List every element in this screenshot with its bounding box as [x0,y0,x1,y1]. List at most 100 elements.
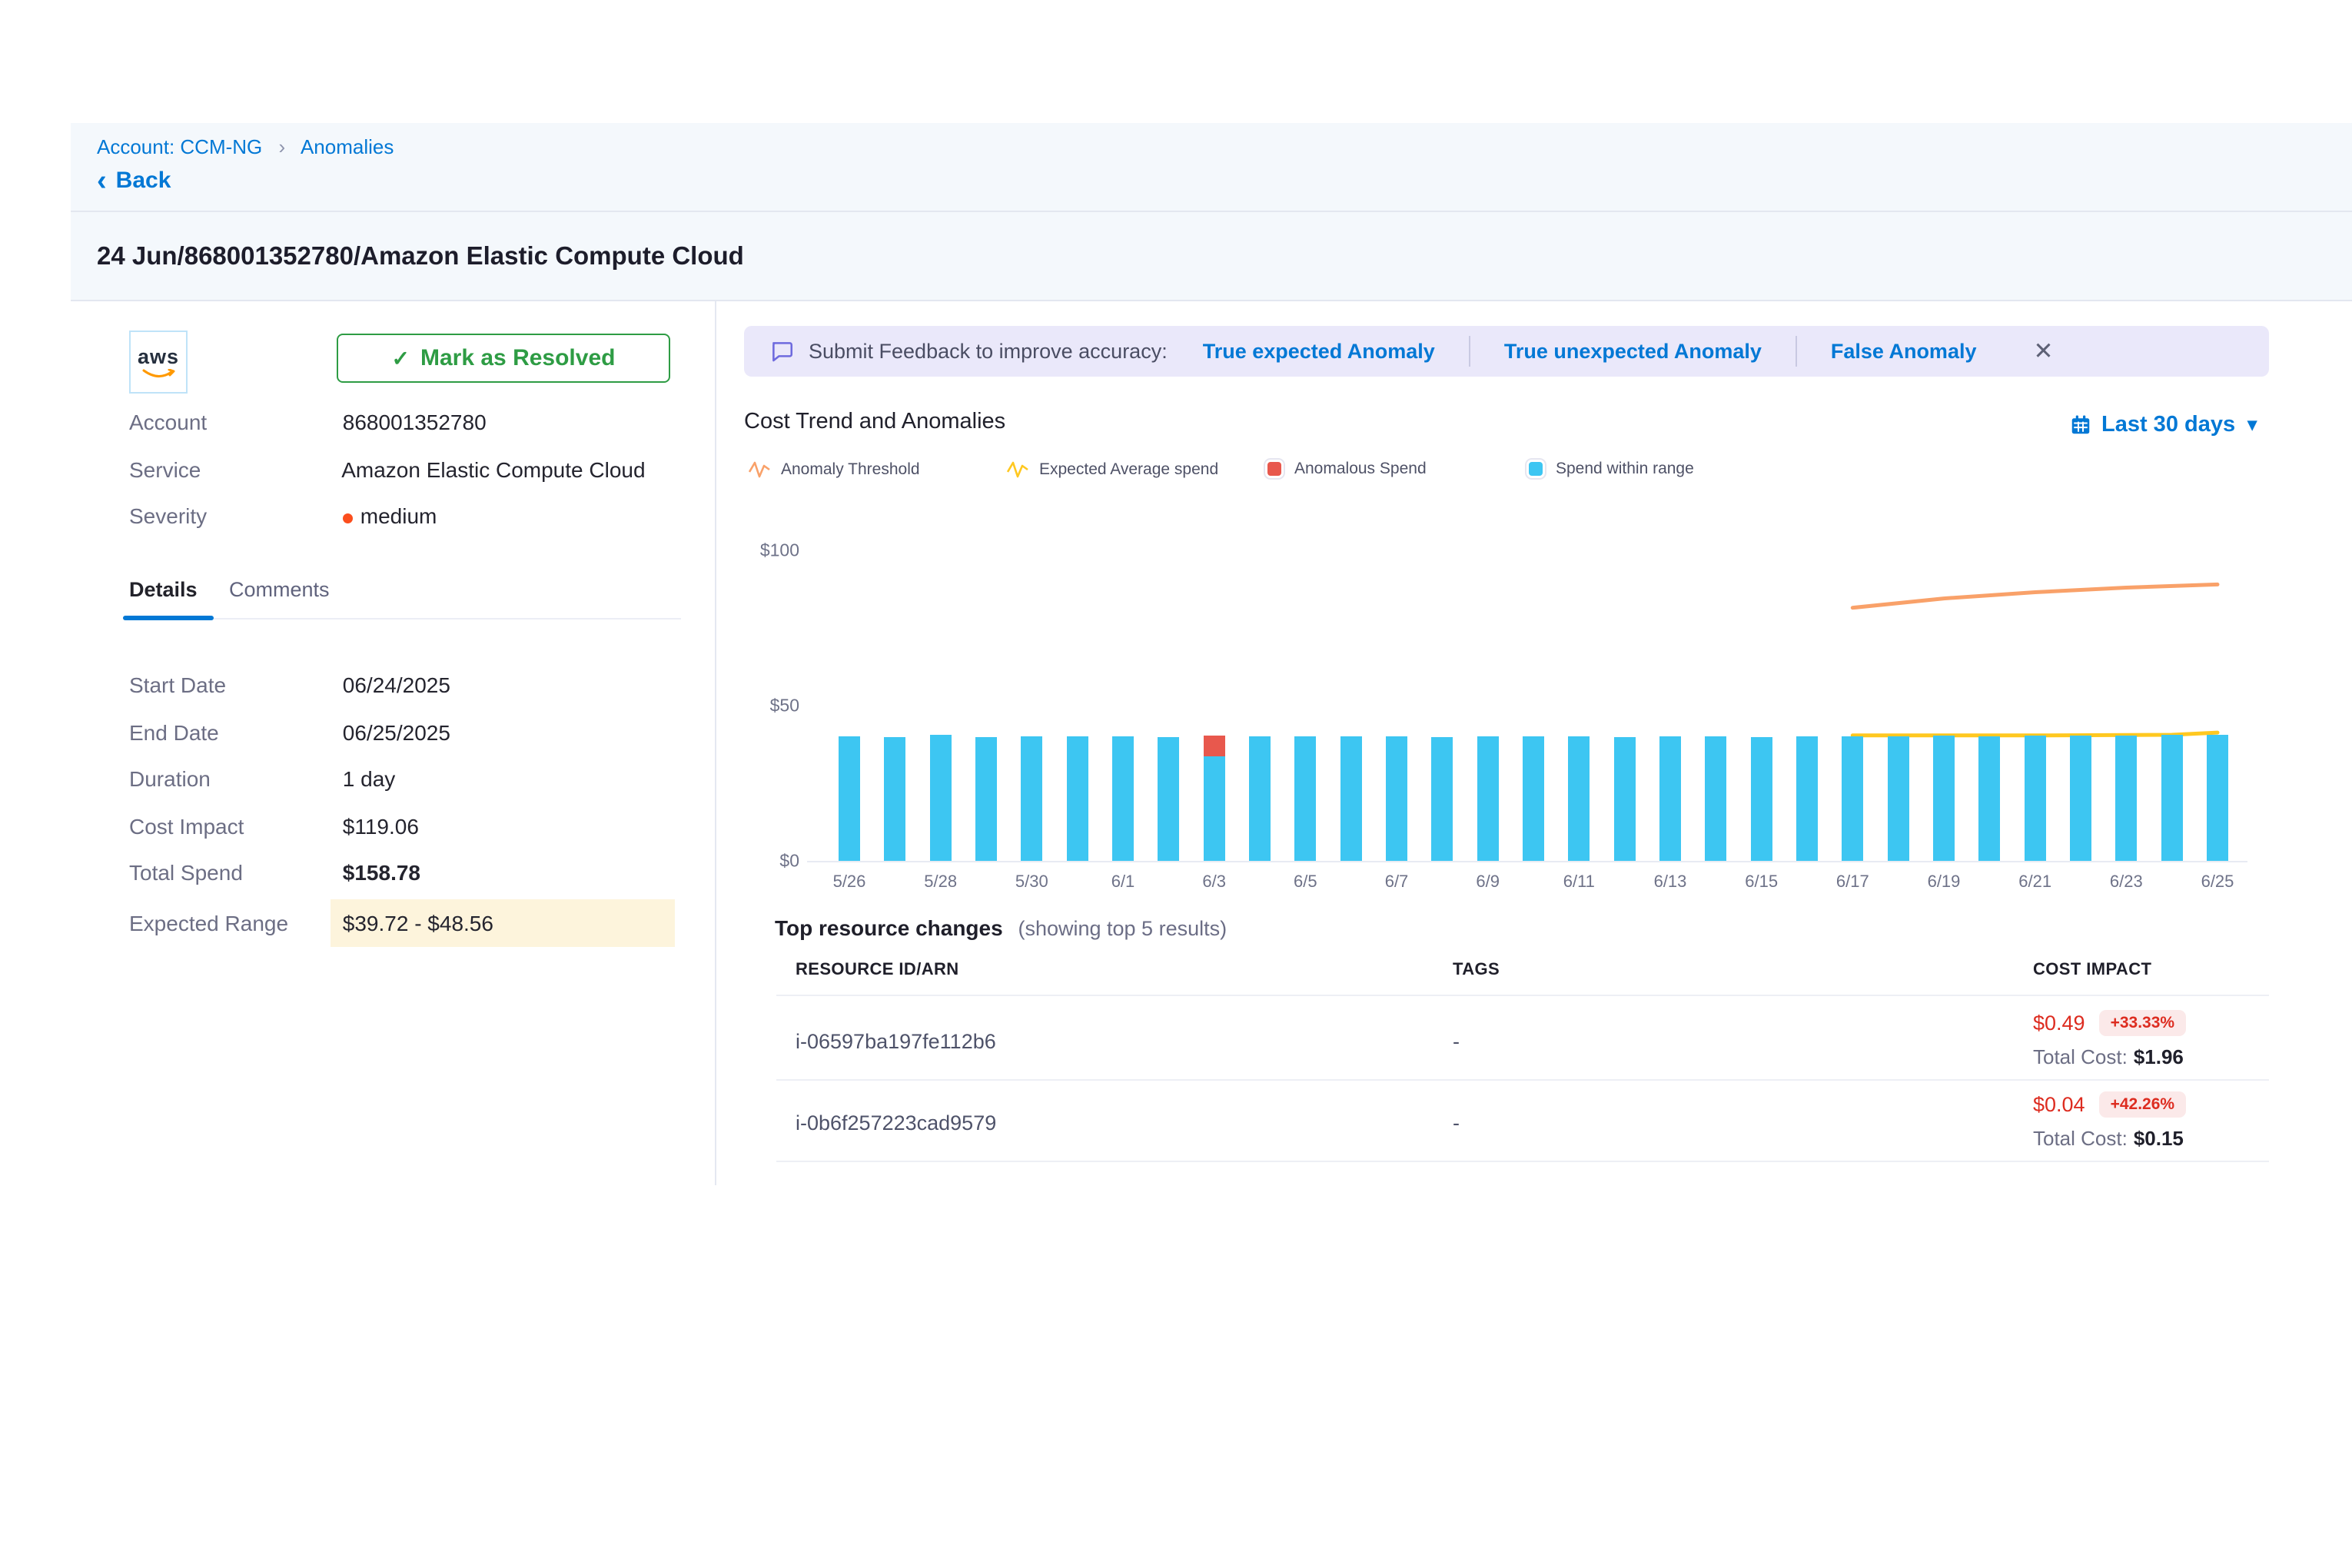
spend-bar-6/19[interactable] [1933,736,1955,861]
active-tab-indicator [123,616,214,620]
spend-within-range-segment [884,737,905,861]
true-expected-anomaly-button[interactable]: True expected Anomaly [1203,340,1435,364]
end-date-row: End Date 06/25/2025 [129,721,450,746]
close-icon[interactable]: ✕ [2033,337,2053,365]
panel-divider [715,301,716,1185]
end-date-value: 06/25/2025 [343,721,450,745]
spend-bar-6/11[interactable] [1568,736,1590,861]
spend-bar-6/12[interactable] [1614,737,1636,861]
account-row: Account 868001352780 [129,410,487,435]
spend-bar-6/2[interactable] [1158,737,1179,861]
severity-label: Severity [129,504,337,529]
end-date-label: End Date [129,721,337,746]
spend-bar-6/17[interactable] [1842,736,1863,861]
spend-within-range-segment [2207,735,2228,861]
range-label: Last 30 days [2101,412,2235,437]
spend-within-range-segment [1204,756,1225,861]
spend-bar-6/14[interactable] [1705,736,1726,861]
spend-bar-6/9[interactable] [1477,736,1499,861]
x-axis-label: 5/26 [833,872,866,892]
back-button[interactable]: ‹ Back [97,168,171,194]
spend-bar-6/4[interactable] [1249,736,1271,861]
spend-within-range-segment [1978,736,2000,861]
breadcrumb: Account: CCM-NG › Anomalies [97,135,394,159]
table-border [776,1161,2269,1162]
x-axis-label: 6/17 [1836,872,1869,892]
y-axis-label: $0 [753,851,799,872]
cost-impact-row: Cost Impact $119.06 [129,815,419,839]
x-axis-line [807,861,2247,862]
legend-expected-average: Expected Average spend [1007,460,1218,480]
spend-bar-6/22[interactable] [2070,736,2091,861]
x-axis-label: 6/7 [1385,872,1409,892]
breadcrumb-anomalies-link[interactable]: Anomalies [301,135,394,158]
spend-bar-6/13[interactable] [1659,736,1681,861]
spend-bar-6/15[interactable] [1751,737,1772,861]
spend-bar-5/27[interactable] [884,737,905,861]
spend-bar-6/16[interactable] [1796,736,1818,861]
true-unexpected-anomaly-button[interactable]: True unexpected Anomaly [1504,340,1762,364]
feedback-separator [1796,336,1797,367]
spend-within-range-segment [1659,736,1681,861]
legend-anomalous-spend: Anomalous Spend [1265,460,1427,478]
resources-subheading: (showing top 5 results) [1018,917,1227,940]
back-label: Back [116,168,171,194]
spend-bar-6/7[interactable] [1386,736,1407,861]
x-axis-label: 6/19 [1928,872,1961,892]
spend-bar-6/10[interactable] [1523,736,1544,861]
table-border [776,995,2269,996]
spend-bar-6/8[interactable] [1431,737,1453,861]
service-value: Amazon Elastic Compute Cloud [341,458,645,482]
false-anomaly-button[interactable]: False Anomaly [1831,340,1977,364]
percent-badge: +42.26% [2099,1091,2187,1118]
spend-bar-6/21[interactable] [2025,736,2046,861]
resource-tags: - [1453,1111,1460,1135]
check-icon: ✓ [392,346,410,371]
cost-impact-cell: $0.49 +33.33% [2033,1010,2186,1036]
spend-bar-5/31[interactable] [1067,736,1088,861]
expected-range-label: Expected Range [129,912,337,936]
comment-bubble-icon [769,338,795,364]
start-date-label: Start Date [129,673,337,698]
y-axis-label: $100 [753,540,799,561]
spend-bar-6/24[interactable] [2161,735,2183,861]
cost-trend-chart[interactable]: $0$50$1005/265/285/306/16/36/56/76/96/11… [753,538,2260,907]
date-range-selector[interactable]: Last 30 days ▾ [2069,412,2257,437]
severity-dot-icon [343,513,353,523]
spend-bar-5/26[interactable] [839,736,860,861]
spend-bar-6/23[interactable] [2115,736,2137,861]
spend-bar-5/29[interactable] [975,737,997,861]
spend-bar-6/18[interactable] [1888,736,1909,861]
mark-as-resolved-button[interactable]: ✓ Mark as Resolved [337,334,670,383]
resources-heading-text: Top resource changes [775,916,1003,940]
spend-within-range-segment [2115,736,2137,861]
spend-within-range-segment [1888,736,1909,861]
percent-badge: +33.33% [2099,1010,2187,1036]
x-axis-label: 6/11 [1563,872,1595,892]
duration-label: Duration [129,767,337,792]
x-axis-label: 5/30 [1015,872,1048,892]
severity-row: Severity medium [129,504,437,529]
tab-details[interactable]: Details [129,578,198,602]
legend-label: Anomaly Threshold [781,460,920,479]
spend-within-range-segment [975,737,997,861]
spend-bar-5/30[interactable] [1021,736,1042,861]
spend-bar-6/5[interactable] [1294,736,1316,861]
chevron-right-icon: › [279,135,286,158]
spend-bar-5/28[interactable] [930,735,952,861]
tab-comments[interactable]: Comments [229,578,330,602]
spend-bar-6/25[interactable] [2207,735,2228,861]
spend-bar-6/6[interactable] [1340,736,1362,861]
spend-within-range-segment [2070,736,2091,861]
aws-smile-icon [141,369,175,380]
spend-within-range-segment [1340,736,1362,861]
spend-bar-6/1[interactable] [1112,736,1134,861]
account-value: 868001352780 [343,410,487,434]
breadcrumb-account-link[interactable]: Account: CCM-NG [97,135,262,158]
cost-impact-value: $119.06 [343,815,419,839]
spend-bar-6/20[interactable] [1978,736,2000,861]
legend-label: Expected Average spend [1039,460,1218,479]
threshold-line-icon [749,460,770,480]
duration-value: 1 day [343,767,396,791]
spend-bar-6/3[interactable] [1204,736,1225,861]
